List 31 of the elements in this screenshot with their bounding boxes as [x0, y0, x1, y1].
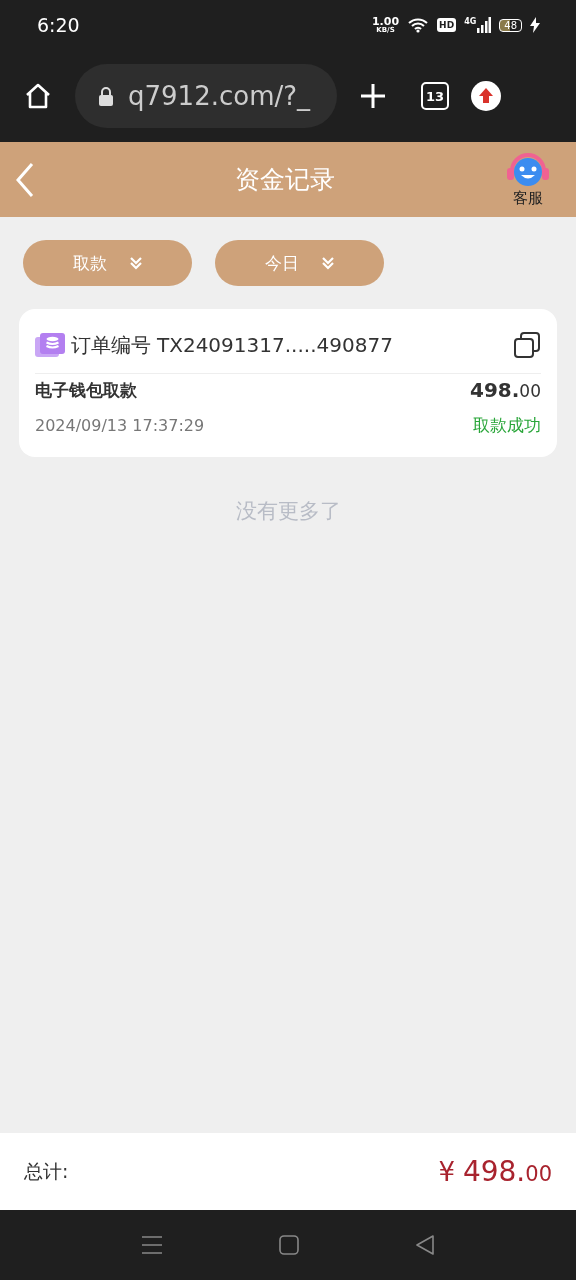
record-time: 2024/09/13 17:37:29 — [35, 416, 205, 435]
lock-icon — [98, 86, 114, 106]
total-amount: ¥ 498.00 — [438, 1155, 552, 1188]
upload-icon[interactable] — [471, 81, 501, 111]
order-label: 订单编号 — [71, 331, 151, 359]
plus-icon[interactable] — [359, 82, 387, 110]
back-triangle-icon[interactable] — [415, 1235, 435, 1255]
double-chevron-icon — [320, 256, 335, 270]
customer-service-button[interactable]: 客服 — [504, 151, 552, 208]
address-bar[interactable]: q7912.com/?_ — [75, 64, 337, 128]
hd-badge: HD — [437, 18, 457, 32]
battery-indicator: 48 — [499, 18, 522, 32]
status-time: 6:20 — [37, 14, 80, 36]
double-chevron-icon — [128, 256, 143, 270]
total-label: 总计: — [24, 1158, 69, 1184]
headset-icon — [504, 151, 552, 189]
order-number: TX24091317.....490877 — [157, 333, 394, 357]
coin-stack-icon — [35, 333, 65, 357]
tab-count-button[interactable]: 13 — [421, 82, 449, 110]
url-text: q7912.com/?_ — [128, 81, 311, 111]
network-type: 4G — [464, 17, 477, 26]
network-speed: 1.00 — [371, 16, 400, 27]
record-amount: 498.00 — [470, 378, 541, 402]
page-title: 资金记录 — [235, 164, 335, 196]
wifi-icon — [407, 17, 430, 33]
home-square-icon[interactable] — [279, 1235, 299, 1255]
copy-icon[interactable] — [513, 331, 541, 359]
record-type: 电子钱包取款 — [35, 378, 137, 402]
menu-icon[interactable] — [141, 1235, 163, 1255]
record-status: 取款成功 — [473, 414, 541, 437]
signal-icon — [477, 17, 492, 33]
